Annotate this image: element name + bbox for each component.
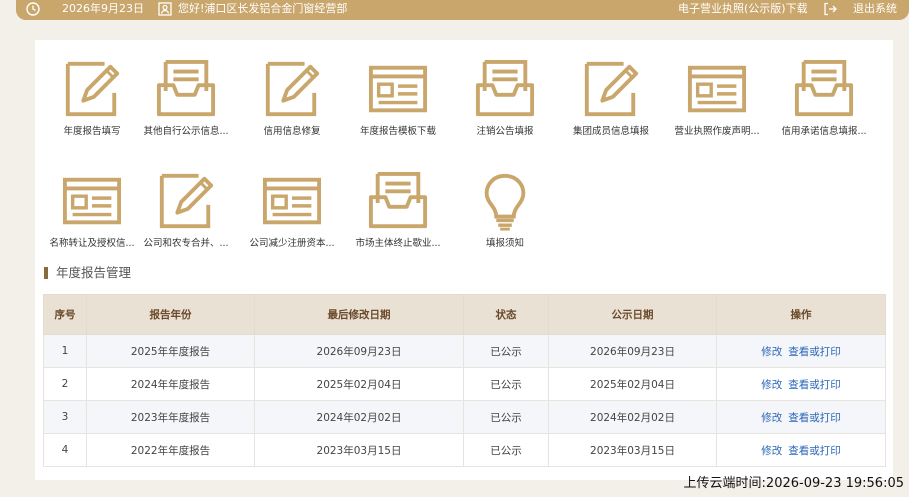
cell-index: 3 — [43, 400, 87, 434]
quick-link-label: 其他自行公示信息... — [143, 126, 229, 137]
edit-link[interactable]: 修改 — [761, 445, 782, 457]
quick-link-5[interactable]: 注销公告填报 — [449, 60, 561, 137]
section-title: 年度报告管理 — [44, 265, 131, 281]
greeting-text: 您好!浦口区长发铝合金门窗经营部 — [178, 2, 348, 15]
quick-link-label: 市场主体终止歇业... — [355, 238, 441, 249]
pencil-icon — [65, 61, 120, 117]
cell-last-modified: 2025年02月04日 — [254, 367, 464, 401]
inbox-icon — [368, 172, 428, 229]
pencil-icon — [584, 61, 639, 117]
cell-status: 已公示 — [463, 334, 549, 368]
browser-icon — [62, 177, 122, 225]
edit-link[interactable]: 修改 — [761, 412, 782, 424]
col-report-year: 报告年份 — [86, 294, 255, 335]
quick-link-4[interactable]: 年度报告模板下载 — [342, 60, 454, 137]
cell-report-year: 2022年年度报告 — [86, 433, 255, 467]
cell-index: 1 — [43, 334, 87, 368]
cell-status: 已公示 — [463, 367, 549, 401]
quick-link-13[interactable]: 填报须知 — [449, 172, 561, 249]
col-publish-date: 公示日期 — [548, 294, 717, 335]
license-download-label[interactable]: 电子营业执照(公示版)下载 — [678, 0, 808, 18]
cell-last-modified: 2024年02月02日 — [254, 400, 464, 434]
quick-link-8[interactable]: 信用承诺信息填报... — [768, 60, 880, 137]
quick-link-label: 营业执照作废声明... — [674, 126, 760, 137]
col-index: 序号 — [43, 294, 87, 335]
quick-link-11[interactable]: 公司减少注册资本... — [236, 172, 348, 249]
cell-report-year: 2025年年度报告 — [86, 334, 255, 368]
cell-publish-date: 2026年09月23日 — [548, 334, 717, 368]
cell-actions: 修改 查看或打印 — [716, 367, 886, 401]
quick-link-label: 注销公告填报 — [476, 126, 534, 137]
lightbulb-icon — [484, 173, 526, 232]
col-status: 状态 — [463, 294, 549, 335]
cell-status: 已公示 — [463, 400, 549, 434]
edit-link[interactable]: 修改 — [761, 379, 782, 391]
cell-publish-date: 2025年02月04日 — [548, 367, 717, 401]
browser-icon — [262, 177, 322, 225]
pencil-icon — [265, 61, 320, 117]
cell-status: 已公示 — [463, 433, 549, 467]
cell-index: 4 — [43, 433, 87, 467]
col-actions: 操作 — [716, 294, 886, 335]
table-row: 1 2025年年度报告 2026年09月23日 已公示 2026年09月23日 修改 查看或… — [43, 334, 886, 368]
logout-label[interactable]: 退出系统 — [853, 0, 897, 18]
cell-last-modified: 2023年03月15日 — [254, 433, 464, 467]
view-print-link[interactable]: 查看或打印 — [788, 379, 841, 391]
inbox-icon — [794, 60, 854, 117]
view-print-link[interactable]: 查看或打印 — [788, 346, 841, 358]
cell-publish-date: 2023年03月15日 — [548, 433, 717, 467]
inbox-icon — [156, 60, 216, 117]
quick-link-label: 公司和农专合并、... — [143, 238, 229, 249]
quick-link-label: 信用信息修复 — [263, 126, 321, 137]
quick-link-label: 填报须知 — [485, 238, 524, 249]
table-header-row: 序号 报告年份 最后修改日期 状态 公示日期 操作 — [43, 294, 886, 335]
edit-link[interactable]: 修改 — [761, 346, 782, 358]
quick-link-label: 年度报告模板下载 — [359, 126, 436, 137]
date-display: 2026年9月23日 — [26, 0, 144, 18]
table-row: 4 2022年年度报告 2023年03月15日 已公示 2023年03月15日 修改 查看或… — [43, 433, 886, 467]
quick-link-label: 集团成员信息填报 — [572, 126, 649, 137]
date-text: 2026年9月23日 — [62, 2, 144, 15]
cell-actions: 修改 查看或打印 — [716, 334, 886, 368]
annual-report-table: 序号 报告年份 最后修改日期 状态 公示日期 操作 1 2025年年度报告 2026… — [43, 294, 886, 467]
upload-time: 上传云端时间:2026-09-23 19:56:05 — [683, 476, 904, 491]
table-row: 3 2023年年度报告 2024年02月02日 已公示 2024年02月02日 修改 查看或… — [43, 400, 886, 434]
cell-index: 2 — [43, 367, 87, 401]
license-download-link[interactable]: 电子营业执照(公示版)下载 — [678, 0, 808, 18]
browser-icon — [687, 65, 747, 113]
cell-report-year: 2024年年度报告 — [86, 367, 255, 401]
cell-actions: 修改 查看或打印 — [716, 400, 886, 434]
table-row: 2 2024年年度报告 2025年02月04日 已公示 2025年02月04日 修改 查看或… — [43, 367, 886, 401]
view-print-link[interactable]: 查看或打印 — [788, 445, 841, 457]
cell-actions: 修改 查看或打印 — [716, 433, 886, 467]
col-last-modified: 最后修改日期 — [254, 294, 464, 335]
cell-publish-date: 2024年02月02日 — [548, 400, 717, 434]
view-print-link[interactable]: 查看或打印 — [788, 412, 841, 424]
user-icon — [158, 2, 172, 16]
top-bar: 2026年9月23日 您好!浦口区长发铝合金门窗经营部 电子营业执照(公示版)下… — [16, 0, 909, 20]
inbox-icon — [475, 60, 535, 117]
pencil-icon — [159, 173, 214, 229]
clock-icon — [26, 2, 40, 16]
quick-link-2[interactable]: 其他自行公示信息... — [130, 60, 242, 137]
logout-icon — [824, 2, 837, 16]
quick-link-7[interactable]: 营业执照作废声明... — [661, 60, 773, 137]
quick-link-10[interactable]: 公司和农专合并、... — [130, 172, 242, 249]
quick-link-12[interactable]: 市场主体终止歇业... — [342, 172, 454, 249]
cell-report-year: 2023年年度报告 — [86, 400, 255, 434]
greeting: 您好!浦口区长发铝合金门窗经营部 — [158, 0, 347, 18]
quick-link-label: 信用承诺信息填报... — [781, 126, 867, 137]
quick-link-label: 公司减少注册资本... — [249, 238, 335, 249]
quick-link-6[interactable]: 集团成员信息填报 — [555, 60, 667, 137]
browser-icon — [368, 65, 428, 113]
logout-button[interactable]: 退出系统 — [823, 0, 897, 18]
quick-link-3[interactable]: 信用信息修复 — [236, 60, 348, 137]
cell-last-modified: 2026年09月23日 — [254, 334, 464, 368]
